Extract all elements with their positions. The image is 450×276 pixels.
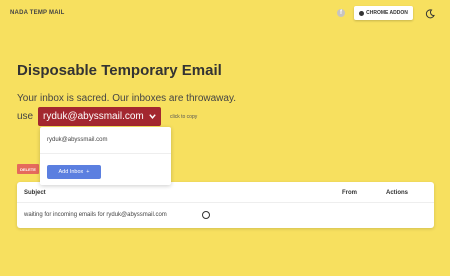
chrome-icon — [359, 10, 365, 16]
current-email-selector[interactable]: ryduk@abyssmail.com — [38, 107, 161, 126]
add-inbox-button[interactable]: Add Inbox + — [47, 165, 101, 179]
current-email: ryduk@abyssmail.com — [43, 111, 144, 122]
loading-spinner-icon — [202, 211, 210, 219]
add-inbox-label: Add Inbox — [58, 169, 84, 175]
chevron-down-icon — [149, 114, 156, 119]
chrome-addon-label: CHROME ADDON — [366, 10, 408, 16]
brand-logo[interactable]: NADA TEMP MAIL — [10, 10, 64, 16]
facebook-icon[interactable]: f — [337, 9, 345, 17]
column-header-actions: Actions — [386, 190, 409, 196]
column-header-subject: Subject — [24, 190, 46, 196]
dropdown-item-email[interactable]: ryduk@abyssmail.com — [47, 137, 107, 143]
top-bar: NADA TEMP MAIL f CHROME ADDON — [0, 0, 450, 26]
use-label: use — [17, 111, 34, 122]
header-divider — [17, 202, 434, 203]
copy-hint: click to copy — [170, 114, 198, 120]
email-dropdown-menu: ryduk@abyssmail.com Add Inbox + — [40, 127, 171, 185]
column-header-from: From — [342, 190, 357, 196]
dropdown-divider — [40, 153, 171, 154]
delete-button[interactable]: DELETE — [17, 164, 39, 174]
waiting-message: waiting for incoming emails for ryduk@ab… — [24, 212, 167, 218]
moon-icon[interactable] — [425, 9, 435, 19]
page-subtitle: Your inbox is sacred. Our inboxes are th… — [17, 93, 236, 104]
chrome-addon-button[interactable]: CHROME ADDON — [354, 6, 413, 20]
inbox-table: Subject From Actions waiting for incomin… — [17, 182, 434, 228]
plus-icon: + — [86, 169, 90, 175]
page-title: Disposable Temporary Email — [17, 62, 222, 79]
